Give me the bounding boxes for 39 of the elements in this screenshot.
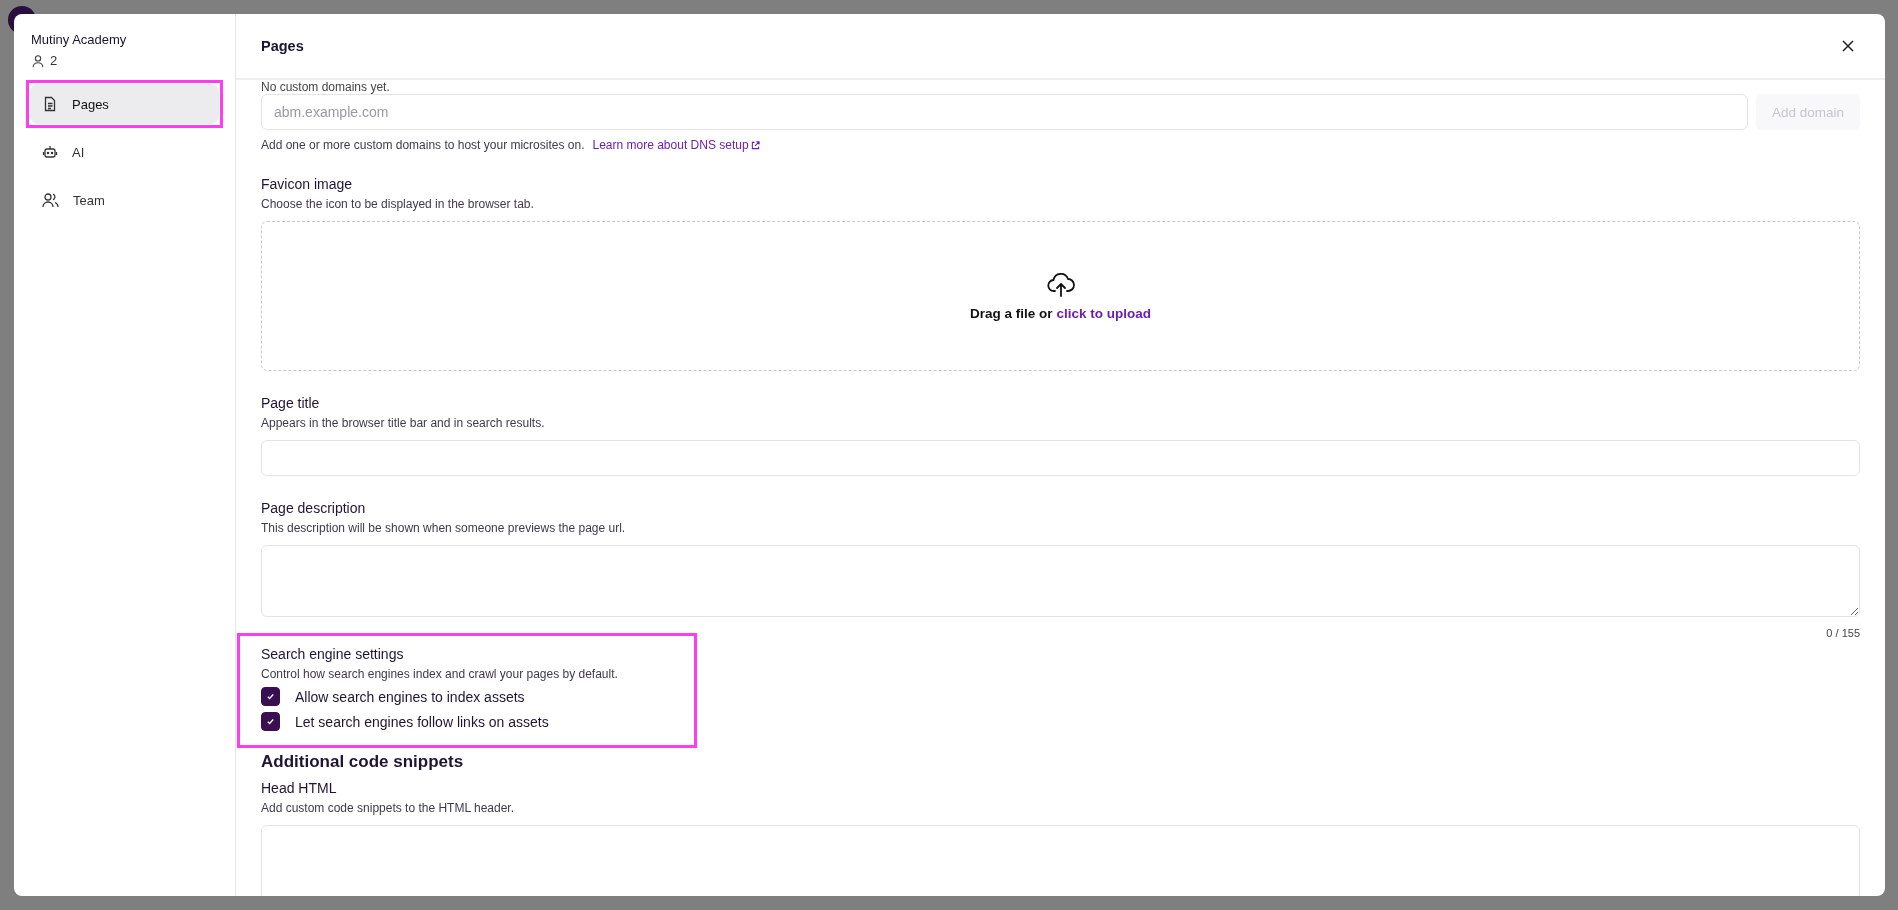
page-description-input[interactable] [261,545,1860,617]
checkmark-icon [266,692,275,701]
checkbox-label: Allow search engines to index assets [295,688,525,705]
checkbox[interactable] [261,712,280,731]
help-text: This description will be shown when someone previews the page url. [261,521,627,535]
cloud-upload-icon [1046,271,1075,298]
field-label: Head HTML [261,780,338,796]
checkmark-icon [266,717,275,726]
checkbox[interactable] [261,687,280,706]
upload-dropzone[interactable]: Drag a file or click to upload [261,221,1860,371]
field-label: Page title [261,395,321,411]
sidebar-item[interactable]: Pages [30,84,219,124]
upload-prompt: Drag a file or [969,305,1053,321]
help-text: Control how search engines index and crawl your pages by default. [261,667,619,681]
external-link-icon [750,140,760,150]
domain-input[interactable]: abm.example.com [261,94,1748,130]
dns-setup-link[interactable]: Learn more about DNS setup [592,138,760,152]
checkbox-label: Let search engines follow links on assets [295,713,549,730]
sidebar-item[interactable]: Team [30,180,219,220]
upload-link[interactable]: click to upload [1056,305,1151,321]
field-label: Favicon image [261,176,354,192]
people-icon [42,192,59,208]
person-icon [31,53,45,68]
field-label: Page description [261,500,367,516]
sidebar-item[interactable]: AI [30,132,219,172]
dialog-title: Pages [261,38,304,54]
section-label: Search engine settings [261,646,405,662]
section-heading: Additional code snippets [261,752,465,772]
character-counter: 0 / 155 [1825,627,1860,639]
help-text: Appears in the browser title bar and in search results. [261,416,546,430]
help-text: Add custom code snippets to the HTML header. [261,801,516,815]
help-text: Choose the icon to be displayed in the browser tab. [261,197,535,211]
close-icon [1841,39,1855,53]
page-title-input[interactable] [261,440,1860,476]
workspace-name: Mutiny Academy [30,32,128,47]
document-icon [42,96,58,112]
member-count: 2 [50,53,58,68]
robot-icon [42,144,58,160]
help-text: Add one or more custom domains to host your microsites on. [261,138,585,152]
